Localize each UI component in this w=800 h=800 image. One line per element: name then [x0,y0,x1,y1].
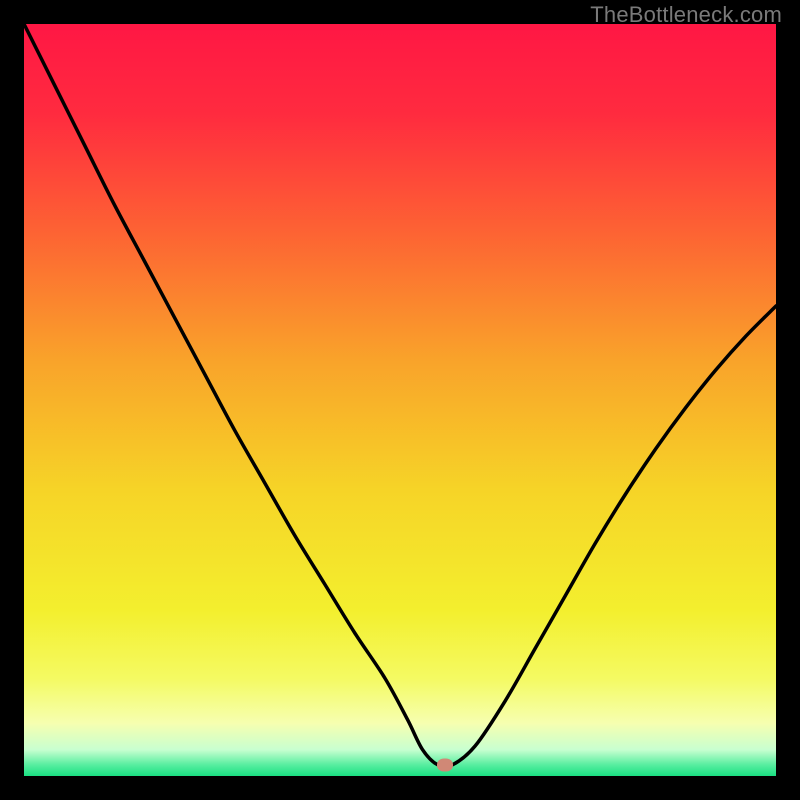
watermark-text: TheBottleneck.com [590,2,782,28]
bottleneck-curve [24,24,776,776]
plot-area [24,24,776,776]
chart-frame: TheBottleneck.com [0,0,800,800]
optimal-point-marker [437,758,453,771]
